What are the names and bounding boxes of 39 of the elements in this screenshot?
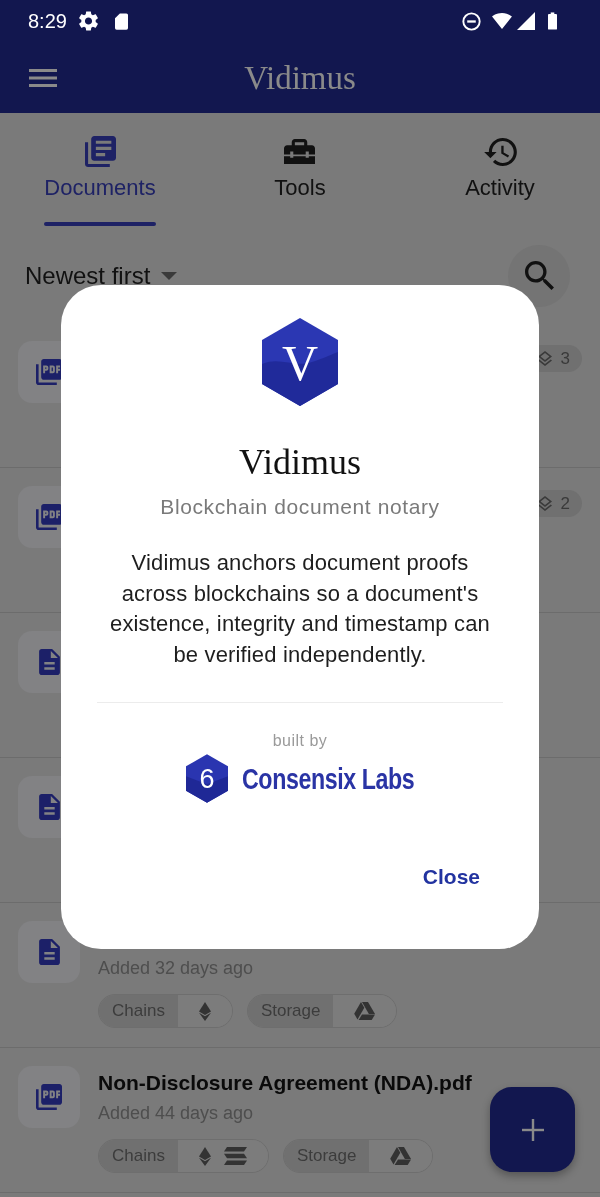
history-icon <box>483 137 517 166</box>
app-logo: V <box>262 318 338 406</box>
diamond-icon <box>198 1146 211 1166</box>
diamond-icon <box>198 1001 211 1021</box>
document-icon <box>18 921 80 983</box>
menu-icon <box>29 68 57 87</box>
search-icon <box>524 261 554 290</box>
app-title: Vidimus <box>244 58 356 98</box>
sd-card-icon <box>114 12 128 30</box>
close-button[interactable]: Close <box>412 857 490 897</box>
toolbox-icon <box>284 139 316 164</box>
credit-label: built by <box>272 731 328 751</box>
tab[interactable]: Activity <box>400 113 600 228</box>
stripes-icon <box>223 1147 247 1165</box>
triangle-icon <box>390 1147 412 1165</box>
dialog-subtitle: Blockchain document notary <box>160 494 440 520</box>
tab[interactable]: Documents <box>0 113 200 228</box>
document-title: Non-Disclosure Agreement (NDA).pdf <box>98 1070 472 1096</box>
wifi-icon <box>492 13 512 29</box>
company-logo: 6 <box>185 754 228 803</box>
company-name: Consensix Labs <box>241 761 415 796</box>
menu-button[interactable] <box>29 68 57 87</box>
status-time: 8:29 <box>28 9 67 33</box>
dialog-title: Vidimus <box>239 441 361 483</box>
gear-icon <box>78 11 98 31</box>
pdf-file-icon <box>18 1066 80 1128</box>
battery-icon <box>548 12 557 30</box>
layers-icon <box>537 496 552 511</box>
triangle-icon <box>354 1002 376 1020</box>
caret-down-icon <box>161 271 178 280</box>
add-button[interactable] <box>490 1087 575 1172</box>
minus-circle-icon <box>462 11 481 31</box>
layers-icon <box>537 351 552 366</box>
dialog-description: Vidimus anchors document proofs across blockchains so a document's existence, integrity and timestamp can be verified independently. <box>109 549 491 669</box>
tab[interactable]: Tools <box>200 113 400 228</box>
plus-icon <box>521 1118 544 1141</box>
documents-icon <box>84 136 116 167</box>
signal-icon <box>517 12 535 30</box>
sort-dropdown[interactable]: Newest first <box>25 260 178 291</box>
